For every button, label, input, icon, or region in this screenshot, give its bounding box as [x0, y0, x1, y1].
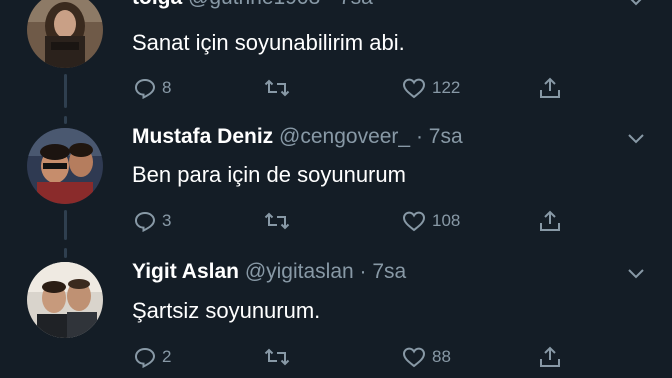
- reply-icon: [134, 211, 156, 232]
- retweet-icon: [264, 79, 290, 97]
- share-button[interactable]: [538, 342, 562, 372]
- retweet-button[interactable]: [264, 342, 290, 372]
- chevron-down-icon[interactable]: [626, 267, 646, 281]
- tweet-text: Sanat için soyunabilirim abi.: [132, 30, 405, 55]
- display-name[interactable]: tolga: [132, 0, 182, 9]
- thread-connector: [64, 210, 67, 240]
- tweet-1[interactable]: tolga @guthrie1903 · 7sa Sanat için soyu…: [0, 0, 672, 122]
- timestamp[interactable]: 7sa: [429, 125, 463, 148]
- retweet-button[interactable]: [264, 206, 290, 236]
- share-button[interactable]: [538, 73, 562, 103]
- tweet-header: tolga @guthrie1903 · 7sa: [132, 0, 373, 10]
- display-name[interactable]: Mustafa Deniz: [132, 125, 273, 148]
- heart-icon: [402, 347, 426, 368]
- share-button[interactable]: [538, 206, 562, 236]
- user-handle[interactable]: @yigitaslan: [245, 260, 354, 283]
- tweet-thread: tolga @guthrie1903 · 7sa Sanat için soyu…: [0, 0, 672, 378]
- tweet-actions: 3 108: [132, 206, 572, 236]
- tweet-actions: 8 122: [132, 73, 572, 103]
- retweet-icon: [264, 348, 290, 366]
- timestamp[interactable]: 7sa: [339, 0, 373, 9]
- like-button[interactable]: 88: [402, 342, 451, 372]
- avatar-mustafa-deniz[interactable]: [27, 128, 103, 204]
- reply-count: 2: [162, 347, 172, 366]
- display-name[interactable]: Yigit Aslan: [132, 260, 239, 283]
- chevron-down-icon[interactable]: [626, 132, 646, 146]
- tweet-actions: 2 88: [132, 342, 572, 372]
- tweet-3[interactable]: Yigit Aslan @yigitaslan · 7sa Şartsiz so…: [0, 248, 672, 378]
- separator-dot: ·: [415, 125, 423, 148]
- user-handle[interactable]: @cengoveer_: [279, 125, 410, 148]
- share-icon: [540, 77, 560, 98]
- thread-connector: [64, 248, 67, 258]
- tweet-header: Yigit Aslan @yigitaslan · 7sa: [132, 260, 406, 284]
- heart-icon: [402, 78, 426, 99]
- like-count: 108: [432, 211, 461, 230]
- like-button[interactable]: 122: [402, 73, 460, 103]
- reply-count: 8: [162, 78, 172, 97]
- tweet-text: Şartsiz soyunurum.: [132, 298, 321, 323]
- reply-button[interactable]: 8: [134, 73, 171, 103]
- tweet-header: Mustafa Deniz @cengoveer_ · 7sa: [132, 125, 463, 149]
- like-count: 88: [432, 347, 451, 366]
- thread-connector: [64, 116, 67, 124]
- tweet-text: Ben para için de soyunurum: [132, 162, 406, 187]
- user-handle[interactable]: @guthrie1903: [188, 0, 320, 9]
- heart-icon: [402, 211, 426, 232]
- share-icon: [540, 346, 560, 367]
- retweet-button[interactable]: [264, 73, 290, 103]
- reply-icon: [134, 78, 156, 99]
- reply-icon: [134, 347, 156, 368]
- chevron-down-icon[interactable]: [626, 0, 646, 8]
- reply-button[interactable]: 2: [134, 342, 171, 372]
- avatar-tolga[interactable]: [27, 0, 103, 68]
- retweet-icon: [264, 212, 290, 230]
- like-count: 122: [432, 78, 461, 97]
- avatar-yigit-aslan[interactable]: [27, 262, 103, 338]
- thread-connector: [64, 74, 67, 108]
- like-button[interactable]: 108: [402, 206, 460, 236]
- reply-button[interactable]: 3: [134, 206, 171, 236]
- timestamp[interactable]: 7sa: [372, 260, 406, 283]
- separator-dot: ·: [359, 260, 367, 283]
- reply-count: 3: [162, 211, 172, 230]
- separator-dot: ·: [326, 0, 333, 9]
- share-icon: [540, 210, 560, 231]
- tweet-2[interactable]: Mustafa Deniz @cengoveer_ · 7sa Ben para…: [0, 116, 672, 252]
